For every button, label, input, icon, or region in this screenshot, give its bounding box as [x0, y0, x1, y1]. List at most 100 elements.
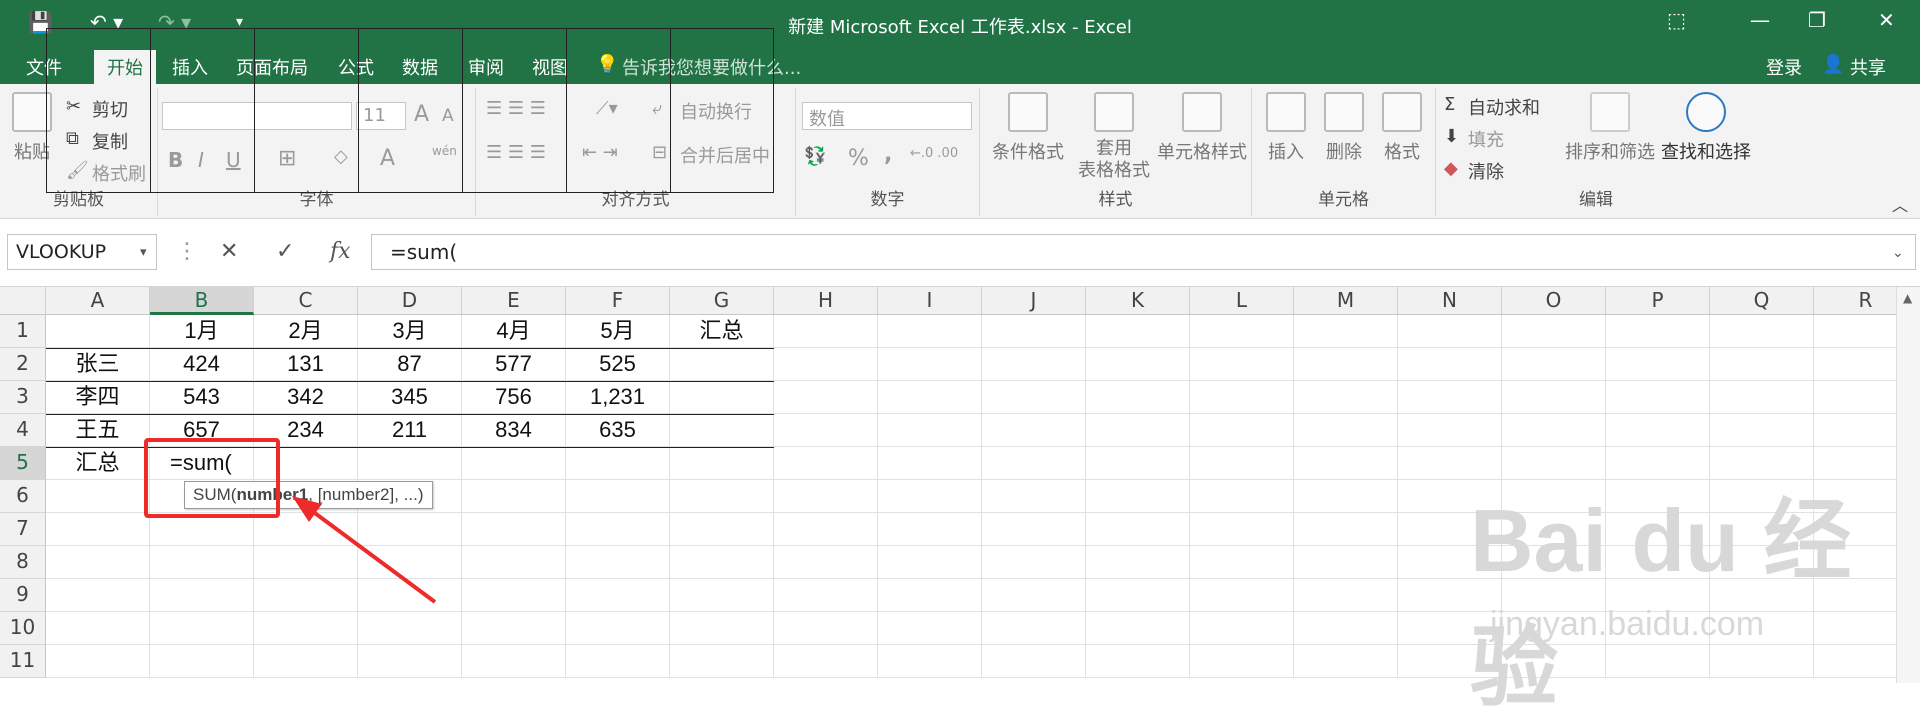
cell-i10[interactable] — [878, 612, 982, 645]
indent-icon[interactable]: ⇤ ⇥ — [582, 142, 618, 163]
cell-j1[interactable] — [982, 315, 1086, 348]
column-header-b[interactable]: B — [150, 287, 254, 315]
row-header-7[interactable]: 7 — [0, 513, 46, 546]
cell-a2[interactable]: 张三 — [46, 348, 150, 381]
cell-f9[interactable] — [566, 579, 670, 612]
row-header-1[interactable]: 1 — [0, 315, 46, 348]
cell-g4[interactable] — [670, 414, 774, 447]
minimize-icon[interactable]: — — [1750, 8, 1770, 32]
cell-i7[interactable] — [878, 513, 982, 546]
cell-e2[interactable]: 577 — [462, 348, 566, 381]
scroll-up-icon[interactable]: ▲ — [1903, 291, 1912, 305]
cell-i3[interactable] — [878, 381, 982, 414]
cell-j10[interactable] — [982, 612, 1086, 645]
row-header-8[interactable]: 8 — [0, 546, 46, 579]
row-header-4[interactable]: 4 — [0, 414, 46, 447]
share-button[interactable]: 共享 — [1850, 54, 1886, 80]
cut-button[interactable]: 剪切 — [92, 96, 128, 122]
cell-f5[interactable] — [566, 447, 670, 480]
column-header-j[interactable]: J — [982, 287, 1086, 315]
cell-o4[interactable] — [1502, 414, 1606, 447]
cell-k2[interactable] — [1086, 348, 1190, 381]
name-box[interactable]: VLOOKUP — [7, 234, 157, 270]
format-as-table-button[interactable]: 套用 表格格式 — [1072, 92, 1156, 182]
column-header-g[interactable]: G — [670, 287, 774, 315]
sort-filter-button[interactable]: 排序和筛选 — [1564, 92, 1656, 164]
column-header-h[interactable]: H — [774, 287, 878, 315]
cell-i6[interactable] — [878, 480, 982, 513]
row-header-2[interactable]: 2 — [0, 348, 46, 381]
cell-h11[interactable] — [774, 645, 878, 678]
cell-h6[interactable] — [774, 480, 878, 513]
number-format-select[interactable]: 数值 — [802, 102, 972, 130]
cell-h8[interactable] — [774, 546, 878, 579]
cell-l10[interactable] — [1190, 612, 1294, 645]
restore-icon[interactable]: ❐ — [1808, 8, 1826, 32]
paste-button[interactable]: 粘贴 — [8, 92, 56, 164]
cell-d5[interactable] — [358, 447, 462, 480]
cell-h3[interactable] — [774, 381, 878, 414]
cell-f3[interactable]: 1,231 — [566, 381, 670, 414]
column-header-o[interactable]: O — [1502, 287, 1606, 315]
cell-g5[interactable] — [670, 447, 774, 480]
cell-d11[interactable] — [358, 645, 462, 678]
cell-g8[interactable] — [670, 546, 774, 579]
cell-h2[interactable] — [774, 348, 878, 381]
cell-b2[interactable]: 424 — [150, 348, 254, 381]
cell-q3[interactable] — [1710, 381, 1814, 414]
delete-cells-button[interactable]: 删除 — [1316, 92, 1372, 164]
cell-f10[interactable] — [566, 612, 670, 645]
underline-button[interactable]: U — [226, 148, 241, 172]
cell-c8[interactable] — [254, 546, 358, 579]
cell-c3[interactable]: 342 — [254, 381, 358, 414]
italic-button[interactable]: I — [198, 148, 204, 172]
cell-a4[interactable]: 王五 — [46, 414, 150, 447]
cell-m6[interactable] — [1294, 480, 1398, 513]
cell-l7[interactable] — [1190, 513, 1294, 546]
row-header-6[interactable]: 6 — [0, 480, 46, 513]
cell-i4[interactable] — [878, 414, 982, 447]
cell-g11[interactable] — [670, 645, 774, 678]
cell-j6[interactable] — [982, 480, 1086, 513]
cell-m5[interactable] — [1294, 447, 1398, 480]
orientation-icon[interactable]: ⟋▾ — [596, 98, 618, 119]
cell-g9[interactable] — [670, 579, 774, 612]
grow-font-button[interactable]: A — [414, 102, 429, 127]
row-header-3[interactable]: 3 — [0, 381, 46, 414]
cell-h7[interactable] — [774, 513, 878, 546]
row-header-11[interactable]: 11 — [0, 645, 46, 678]
cell-a10[interactable] — [46, 612, 150, 645]
column-header-n[interactable]: N — [1398, 287, 1502, 315]
cell-h10[interactable] — [774, 612, 878, 645]
cell-h5[interactable] — [774, 447, 878, 480]
cell-o3[interactable] — [1502, 381, 1606, 414]
currency-icon[interactable]: 💱 — [804, 146, 826, 167]
cell-d4[interactable]: 211 — [358, 414, 462, 447]
cell-q2[interactable] — [1710, 348, 1814, 381]
insert-cells-button[interactable]: 插入 — [1258, 92, 1314, 164]
tell-me-box[interactable]: 告诉我您想要做什么... — [622, 54, 801, 80]
cell-c9[interactable] — [254, 579, 358, 612]
cell-d7[interactable] — [358, 513, 462, 546]
copy-button[interactable]: 复制 — [92, 128, 128, 154]
font-size-select[interactable]: 11 — [356, 102, 406, 130]
cell-e10[interactable] — [462, 612, 566, 645]
cell-m11[interactable] — [1294, 645, 1398, 678]
cell-g2[interactable] — [670, 348, 774, 381]
tab-formulas[interactable]: 公式 — [338, 54, 374, 80]
cell-i5[interactable] — [878, 447, 982, 480]
cell-a6[interactable] — [46, 480, 150, 513]
cell-m1[interactable] — [1294, 315, 1398, 348]
cell-g10[interactable] — [670, 612, 774, 645]
cell-n1[interactable] — [1398, 315, 1502, 348]
tab-home[interactable]: 开始 — [94, 50, 156, 84]
column-header-i[interactable]: I — [878, 287, 982, 315]
shrink-font-button[interactable]: A — [442, 106, 454, 126]
cell-h9[interactable] — [774, 579, 878, 612]
cell-j3[interactable] — [982, 381, 1086, 414]
merge-center-button[interactable]: 合并后居中 — [680, 142, 770, 168]
ribbon-display-icon[interactable]: ⬚ — [1667, 8, 1686, 32]
wrap-text-button[interactable]: 自动换行 — [680, 98, 752, 124]
tab-review[interactable]: 审阅 — [468, 54, 504, 80]
cell-f4[interactable]: 635 — [566, 414, 670, 447]
